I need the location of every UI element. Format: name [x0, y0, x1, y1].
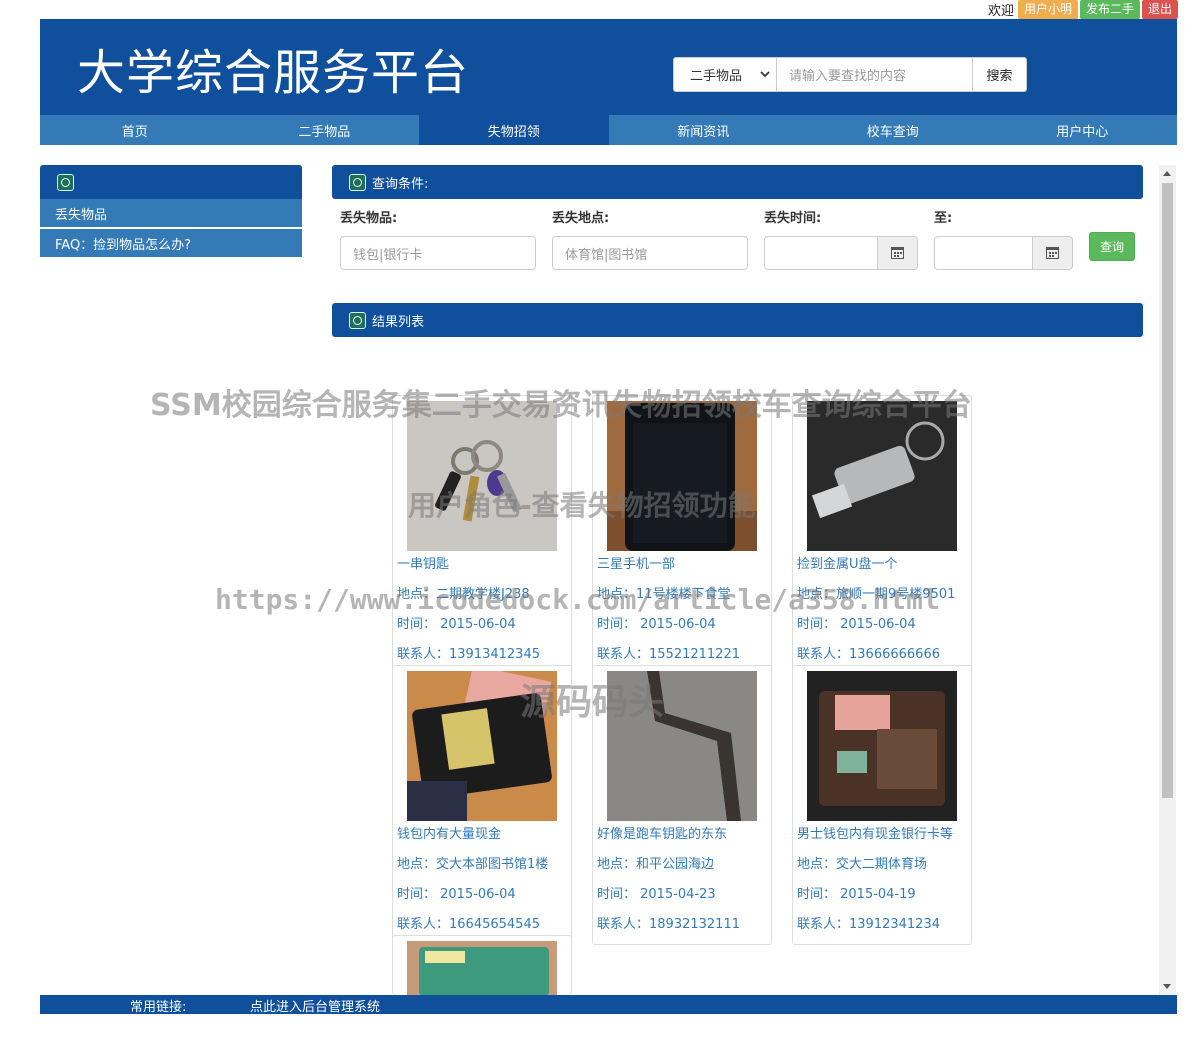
welcome-text: 欢迎 — [987, 4, 1014, 19]
nav-school-bus[interactable]: 校车查询 — [798, 115, 988, 145]
site-title: 大学综合服务平台 — [77, 45, 470, 101]
search-bar: 二手物品 请输入要查找的内容 搜索 — [673, 57, 1027, 92]
nav-news[interactable]: 新闻资讯 — [609, 115, 799, 145]
search-input[interactable]: 请输入要查找的内容 — [777, 57, 973, 92]
search-button[interactable]: 搜索 — [973, 57, 1027, 92]
query-panel-title: 查询条件: — [372, 176, 429, 192]
item-name-link[interactable]: 男士钱包内有现金银行卡等 — [797, 823, 953, 842]
lost-item-label: 丢失物品: — [340, 211, 398, 226]
item-photo-phone[interactable] — [607, 401, 757, 551]
item-time: 时间： 2015-06-04 — [397, 887, 516, 902]
item-contact: 联系人：18932132111 — [597, 917, 740, 932]
query-labels: 丢失物品: 丢失地点: 丢失时间: 至: — [332, 207, 1143, 226]
admin-link[interactable]: 点此进入后台管理系统 — [250, 996, 380, 1015]
result-card[interactable]: 三星手机一部 地点：11号楼楼下食堂 时间： 2015-06-04 联系人：15… — [592, 395, 772, 675]
query-button[interactable]: 查询 — [1089, 232, 1135, 261]
end-date-calendar-button[interactable] — [1033, 236, 1073, 270]
scroll-down-icon[interactable] — [1163, 984, 1171, 989]
scrollbar-thumb[interactable] — [1162, 183, 1173, 798]
scroll-up-icon[interactable] — [1163, 171, 1171, 176]
item-contact: 联系人：13666666666 — [797, 647, 940, 662]
calendar-icon — [1046, 247, 1059, 259]
results-panel: 结果列表 — [332, 303, 1143, 337]
lost-time-label: 丢失时间: — [764, 211, 822, 226]
item-place: 地点：交大本部图书馆1楼 — [397, 857, 549, 872]
nav-home[interactable]: 首页 — [40, 115, 230, 145]
item-photo-bank-card[interactable] — [407, 941, 557, 995]
item-photo-keys[interactable] — [407, 401, 557, 551]
item-contact: 联系人：13912341234 — [797, 917, 940, 932]
nav-secondhand[interactable]: 二手物品 — [230, 115, 420, 145]
item-contact: 联系人：16645654545 — [397, 917, 540, 932]
site-footer: 常用链接: 点此进入后台管理系统 — [40, 995, 1177, 1015]
sidebar-header — [40, 165, 302, 199]
result-card[interactable]: 捡到金属U盘一个 地点：旅顺一期9号楼9501 时间： 2015-06-04 联… — [792, 395, 972, 675]
item-time: 时间： 2015-06-04 — [397, 617, 516, 632]
results-panel-title: 结果列表 — [372, 314, 425, 330]
main-content: 查询条件: 丢失物品: 丢失地点: 丢失时间: 至: 钱包|银行卡 体育馆|图书… — [332, 165, 1143, 337]
user-name-button[interactable]: 用户小明 — [1017, 0, 1078, 19]
publish-secondhand-button[interactable]: 发布二手 — [1079, 0, 1140, 19]
item-place: 地点：二期教学楼J238 — [397, 587, 530, 602]
sidebar: 丢失物品 FAQ：捡到物品怎么办? — [40, 165, 302, 259]
lost-item-input[interactable]: 钱包|银行卡 — [340, 236, 536, 270]
end-date-picker — [934, 236, 1073, 270]
item-name-link[interactable]: 捡到金属U盘一个 — [797, 553, 898, 572]
chevron-down-icon — [760, 71, 770, 78]
phone-icon — [57, 173, 74, 191]
item-photo-wallet[interactable] — [407, 671, 557, 821]
item-photo-mens-wallet[interactable] — [807, 671, 957, 821]
item-contact: 联系人：15521211221 — [597, 647, 740, 662]
item-place: 地点：11号楼楼下食堂 — [597, 587, 731, 602]
time-to-label: 至: — [934, 211, 953, 226]
result-card[interactable] — [392, 935, 572, 995]
end-date-input[interactable] — [934, 236, 1033, 270]
lost-place-label: 丢失地点: — [552, 211, 610, 226]
result-card[interactable]: 男士钱包内有现金银行卡等 地点：交大二期体育场 时间： 2015-04-19 联… — [792, 665, 972, 945]
results-panel-header: 结果列表 — [332, 303, 1143, 337]
site-header: 大学综合服务平台 二手物品 请输入要查找的内容 搜索 — [40, 19, 1177, 115]
item-time: 时间： 2015-04-19 — [797, 887, 916, 902]
nav-user-center[interactable]: 用户中心 — [988, 115, 1178, 145]
start-date-picker — [764, 236, 918, 270]
sidebar-item-faq[interactable]: FAQ：捡到物品怎么办? — [40, 229, 302, 259]
item-place: 地点：和平公园海边 — [597, 857, 715, 872]
footer-links-label: 常用链接: — [130, 1000, 187, 1015]
start-date-input[interactable] — [764, 236, 878, 270]
item-place: 地点：旅顺一期9号楼9501 — [797, 587, 956, 602]
logout-button[interactable]: 退出 — [1141, 0, 1178, 19]
item-photo-car-key[interactable] — [607, 671, 757, 821]
item-name-link[interactable]: 好像是跑车钥匙的东东 — [597, 823, 727, 842]
item-name-link[interactable]: 三星手机一部 — [597, 553, 675, 572]
item-name-link[interactable]: 钱包内有大量现金 — [397, 823, 501, 842]
result-card[interactable]: 好像是跑车钥匙的东东 地点：和平公园海边 时间： 2015-04-23 联系人：… — [592, 665, 772, 945]
main-nav: 首页 二手物品 失物招领 新闻资讯 校车查询 用户中心 — [40, 115, 1177, 145]
search-category-value: 二手物品 — [690, 69, 743, 84]
item-photo-usb[interactable] — [807, 401, 957, 551]
item-place: 地点：交大二期体育场 — [797, 857, 928, 872]
lost-place-input[interactable]: 体育馆|图书馆 — [552, 236, 748, 270]
item-contact: 联系人：13913412345 — [397, 647, 540, 662]
item-time: 时间： 2015-06-04 — [797, 617, 916, 632]
phone-icon — [349, 173, 366, 191]
item-name-link[interactable]: 一串钥匙 — [397, 553, 449, 572]
result-card[interactable]: 一串钥匙 地点：二期教学楼J238 时间： 2015-06-04 联系人：139… — [392, 395, 572, 675]
item-time: 时间： 2015-04-23 — [597, 887, 716, 902]
page-scrollbar[interactable] — [1159, 165, 1176, 995]
phone-icon — [349, 311, 366, 329]
sidebar-item-lost-items[interactable]: 丢失物品 — [40, 199, 302, 229]
user-bar: 欢迎 用户小明 发布二手 退出 — [988, 0, 1178, 19]
start-date-calendar-button[interactable] — [878, 236, 918, 270]
calendar-icon — [891, 247, 904, 259]
query-panel-header: 查询条件: — [332, 165, 1143, 199]
search-category-select[interactable]: 二手物品 — [673, 57, 777, 92]
item-time: 时间： 2015-06-04 — [597, 617, 716, 632]
result-card[interactable]: 钱包内有大量现金 地点：交大本部图书馆1楼 时间： 2015-06-04 联系人… — [392, 665, 572, 945]
nav-lost-found[interactable]: 失物招领 — [419, 115, 609, 145]
